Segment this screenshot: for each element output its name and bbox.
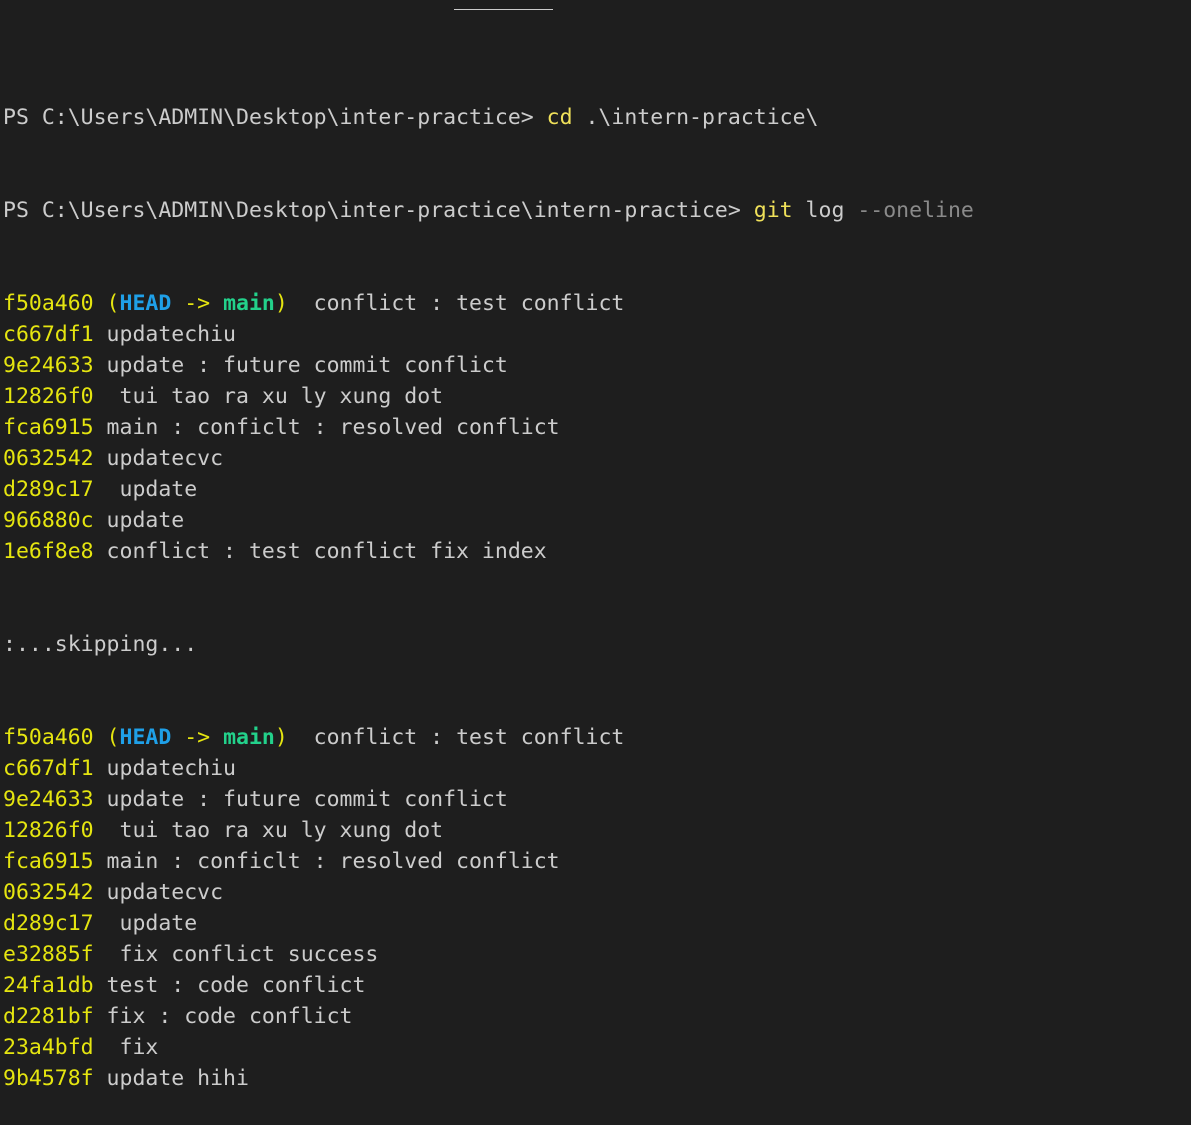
commit-line: 23a4bfd fix	[3, 1032, 1191, 1063]
commit-hash: 1e6f8e8	[3, 539, 94, 564]
head-ref: HEAD	[119, 291, 172, 316]
active-tab-indicator	[454, 9, 553, 10]
commit-line: fca6915 main : conficlt : resolved confl…	[3, 412, 1191, 443]
commit-hash: 966880c	[3, 508, 94, 533]
commit-message: update : future commit conflict	[93, 353, 508, 378]
commit-hash: 12826f0	[3, 818, 94, 843]
commit-line: 0632542 updatecvc	[3, 443, 1191, 474]
commit-line: 9b4578f update hihi	[3, 1063, 1191, 1094]
commit-line: 9e24633 update : future commit conflict	[3, 350, 1191, 381]
commit-hash: c667df1	[3, 322, 94, 347]
ref-arrow: ->	[171, 291, 224, 316]
branch-ref: main	[223, 291, 275, 316]
commit-message: fix	[93, 1035, 159, 1060]
git-log-output: f50a460 (HEAD -> main) conflict : test c…	[3, 722, 1191, 1094]
commit-hash: 9b4578f	[3, 1066, 94, 1091]
command-args: log	[792, 198, 858, 223]
commit-line: 12826f0 tui tao ra xu ly xung dot	[3, 815, 1191, 846]
commit-line: 1e6f8e8 conflict : test conflict fix ind…	[3, 536, 1191, 567]
shell-prompt: PS C:\Users\ADMIN\Desktop\inter-practice…	[3, 105, 547, 130]
ref-open-paren: (	[93, 291, 120, 316]
commit-message: tui tao ra xu ly xung dot	[93, 384, 444, 409]
commit-line: 0632542 updatecvc	[3, 877, 1191, 908]
ref-open-paren: (	[93, 725, 120, 750]
terminal-line: PS C:\Users\ADMIN\Desktop\inter-practice…	[3, 195, 1191, 226]
command-name: cd	[546, 105, 573, 130]
commit-line: d289c17 update	[3, 474, 1191, 505]
branch-ref: main	[223, 725, 275, 750]
commit-hash: fca6915	[3, 849, 94, 874]
commit-message: updatecvc	[93, 446, 224, 471]
pager-skipping-line: :...skipping...	[3, 632, 198, 657]
commit-hash: 9e24633	[3, 787, 94, 812]
commit-hash: f50a460	[3, 725, 94, 750]
commit-message: fix : code conflict	[93, 1004, 353, 1029]
command-name: git	[753, 198, 793, 223]
commit-line: fca6915 main : conficlt : resolved confl…	[3, 846, 1191, 877]
commit-hash: fca6915	[3, 415, 94, 440]
commit-hash: f50a460	[3, 291, 94, 316]
commit-message: update hihi	[93, 1066, 249, 1091]
commit-hash: 24fa1db	[3, 973, 94, 998]
command-flag: --oneline	[857, 198, 974, 223]
commit-message: updatecvc	[93, 880, 224, 905]
commit-line: c667df1 updatechiu	[3, 753, 1191, 784]
commit-message: test : code conflict	[93, 973, 366, 998]
git-log-output: f50a460 (HEAD -> main) conflict : test c…	[3, 288, 1191, 567]
shell-prompt: PS C:\Users\ADMIN\Desktop\inter-practice…	[3, 198, 754, 223]
command-args: .\intern-practice\	[572, 105, 819, 130]
commit-hash: e32885f	[3, 942, 94, 967]
commit-hash: 0632542	[3, 446, 94, 471]
commit-message: updatechiu	[93, 756, 236, 781]
commit-message: update	[93, 477, 198, 502]
commit-hash: 23a4bfd	[3, 1035, 94, 1060]
commit-message: update	[93, 508, 185, 533]
commit-message: update	[93, 911, 198, 936]
commit-line: d289c17 update	[3, 908, 1191, 939]
commit-message: main : conficlt : resolved conflict	[93, 415, 560, 440]
ref-arrow: ->	[171, 725, 224, 750]
commit-line: 9e24633 update : future commit conflict	[3, 784, 1191, 815]
head-ref: HEAD	[119, 725, 172, 750]
commit-line: c667df1 updatechiu	[3, 319, 1191, 350]
commit-line: 12826f0 tui tao ra xu ly xung dot	[3, 381, 1191, 412]
commit-message: conflict : test conflict	[287, 725, 625, 750]
ref-close-paren: )	[274, 725, 288, 750]
commit-line: f50a460 (HEAD -> main) conflict : test c…	[3, 288, 1191, 319]
ref-close-paren: )	[274, 291, 288, 316]
terminal-output[interactable]: PS C:\Users\ADMIN\Desktop\inter-practice…	[3, 40, 1191, 1125]
commit-message: conflict : test conflict fix index	[93, 539, 547, 564]
commit-message: fix conflict success	[93, 942, 379, 967]
commit-message: updatechiu	[93, 322, 236, 347]
commit-line: f50a460 (HEAD -> main) conflict : test c…	[3, 722, 1191, 753]
commit-hash: 9e24633	[3, 353, 94, 378]
commit-message: conflict : test conflict	[287, 291, 625, 316]
terminal-line: PS C:\Users\ADMIN\Desktop\inter-practice…	[3, 102, 1191, 133]
commit-message: main : conficlt : resolved conflict	[93, 849, 560, 874]
commit-hash: d289c17	[3, 911, 94, 936]
commit-line: d2281bf fix : code conflict	[3, 1001, 1191, 1032]
commit-hash: 12826f0	[3, 384, 94, 409]
commit-hash: d289c17	[3, 477, 94, 502]
commit-message: tui tao ra xu ly xung dot	[93, 818, 444, 843]
commit-hash: c667df1	[3, 756, 94, 781]
commit-hash: d2281bf	[3, 1004, 94, 1029]
commit-line: e32885f fix conflict success	[3, 939, 1191, 970]
commit-message: update : future commit conflict	[93, 787, 508, 812]
commit-line: 966880c update	[3, 505, 1191, 536]
commit-hash: 0632542	[3, 880, 94, 905]
commit-line: 24fa1db test : code conflict	[3, 970, 1191, 1001]
